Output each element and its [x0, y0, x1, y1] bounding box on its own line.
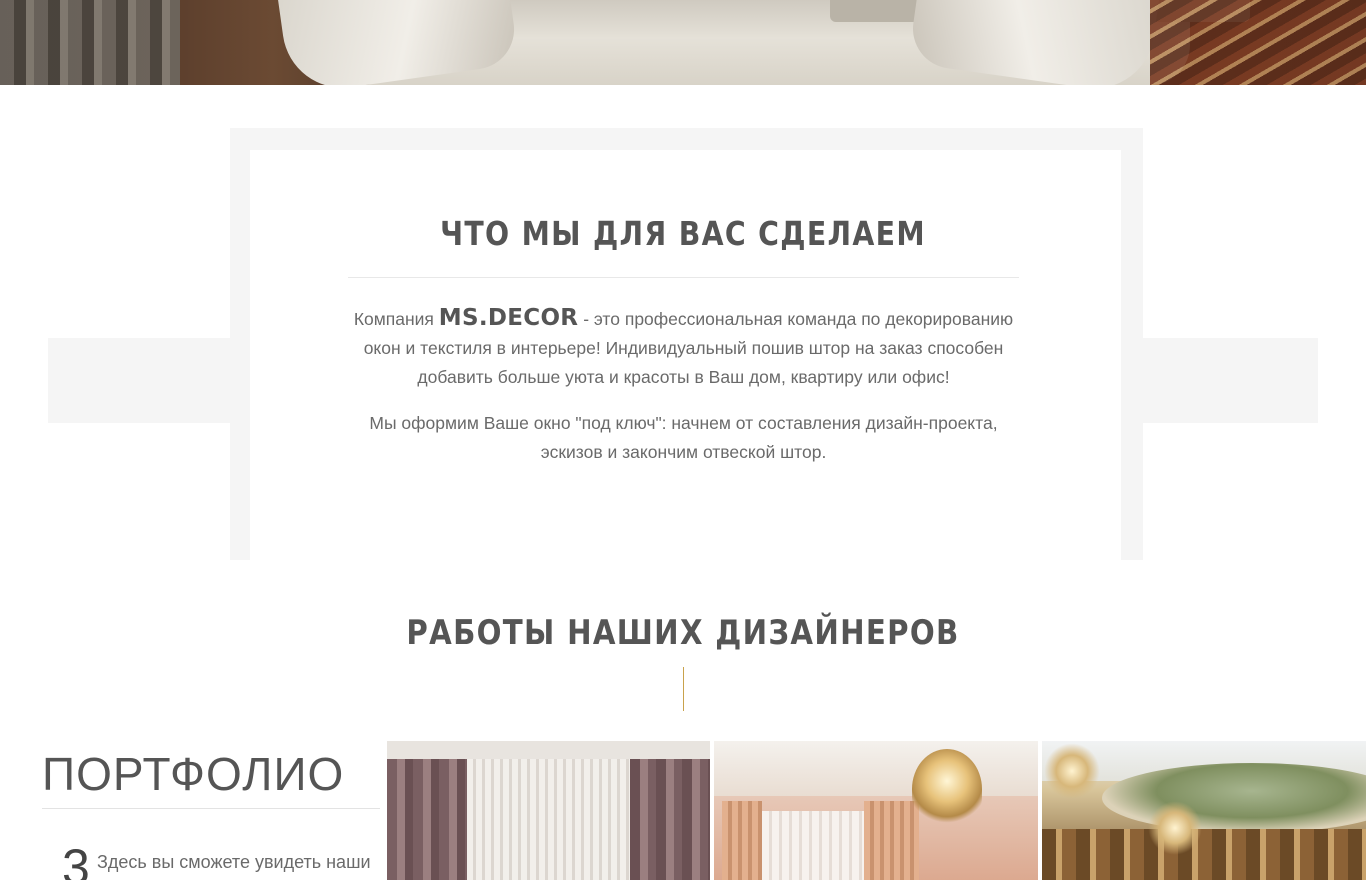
brand-name: MS.DECOR	[438, 305, 579, 331]
services-title: ЧТО МЫ ДЛЯ ВАС СДЕЛАЕМ	[440, 214, 926, 253]
portfolio-thumbnail[interactable]	[714, 741, 1038, 880]
portfolio-divider	[42, 808, 380, 809]
chandelier-image	[1148, 801, 1202, 855]
services-text: Компания MS.DECOR - это профессиональная…	[348, 304, 1019, 467]
portfolio-title: ПОРТФОЛИО	[42, 748, 345, 800]
chandelier-image	[912, 749, 982, 829]
chandelier-image	[1044, 743, 1100, 799]
portfolio-drop-cap: 3	[62, 839, 90, 880]
portfolio-thumbnail[interactable]	[387, 741, 710, 880]
services-paragraph-1: Компания MS.DECOR - это профессиональная…	[348, 304, 1019, 392]
hero-stripe-textile	[1150, 0, 1366, 85]
services-paragraph-2: Мы оформим Ваше окно "под ключ": начнем …	[369, 413, 998, 462]
gold-divider-line	[683, 667, 684, 711]
portfolio-description: Здесь вы сможете увидеть наши	[97, 852, 371, 872]
hero-curtain	[0, 0, 180, 85]
hero-image	[0, 0, 1366, 85]
works-title: РАБОТЫ НАШИХ ДИЗАЙНЕРОВ	[406, 613, 960, 653]
services-paragraph-1-prefix: Компания	[353, 309, 434, 329]
portfolio-thumbnail[interactable]	[1042, 741, 1366, 880]
services-divider	[348, 277, 1019, 278]
